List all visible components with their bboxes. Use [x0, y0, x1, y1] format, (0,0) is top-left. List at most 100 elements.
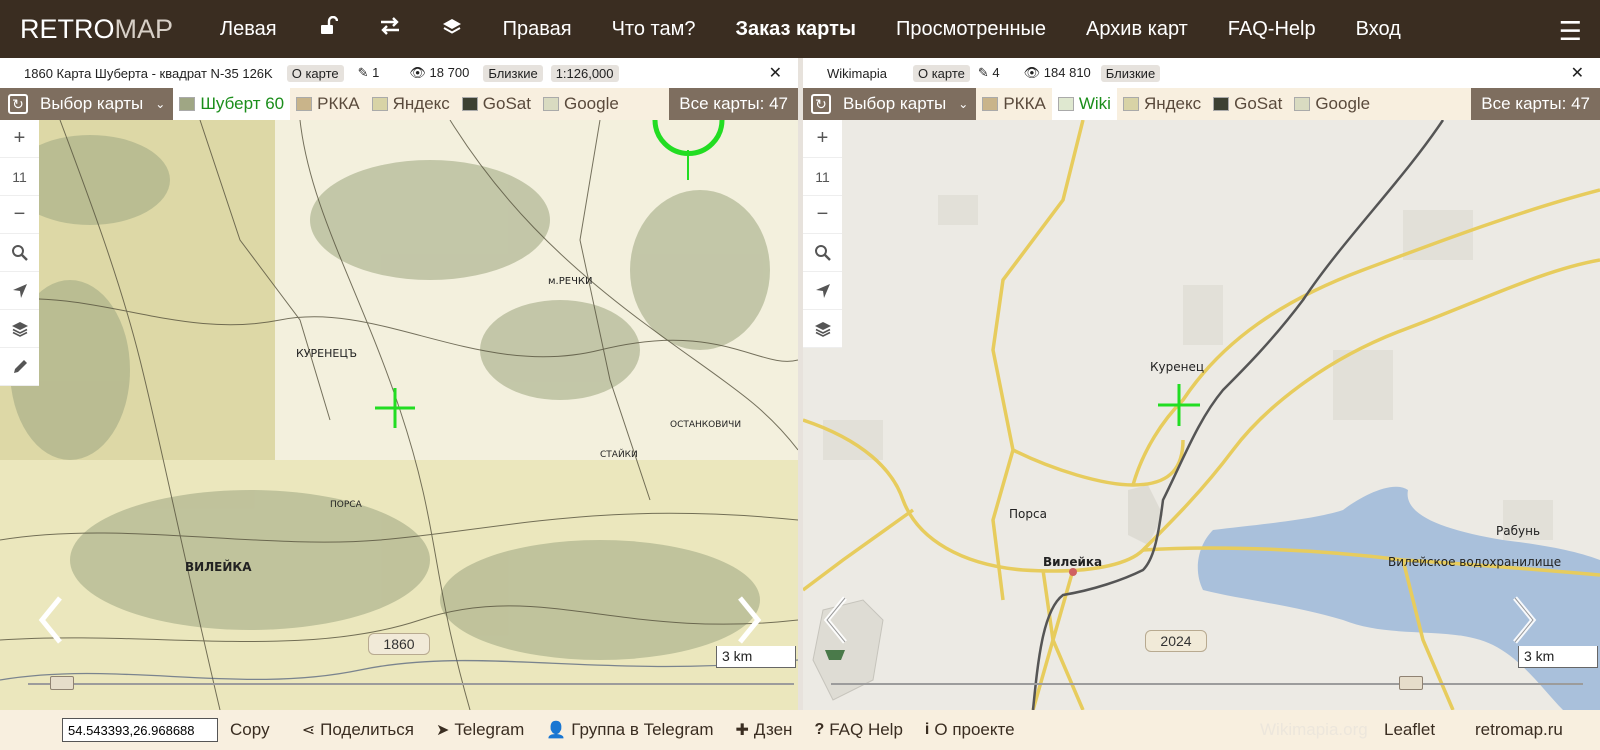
left-year-slider-thumb[interactable]: [50, 676, 75, 690]
right-year-slider-thumb[interactable]: [1398, 676, 1423, 690]
map-thumb-icon: [1294, 97, 1311, 111]
right-map-pane: Wikimapia О карте ✎ 4 👁 184 810 Близкие …: [803, 58, 1600, 710]
left-scale-badge: 1:126,000: [550, 64, 619, 82]
pencil-icon[interactable]: [0, 348, 39, 386]
zoom-out-icon[interactable]: −: [803, 196, 842, 234]
left-layer-gosat[interactable]: GoSat: [456, 88, 537, 120]
map-label-rabun: Рабунь: [1496, 524, 1541, 538]
left-map-canvas[interactable]: КУРЕНЕЦЪ ВИЛЕЙКА м.РЕЧКИ ОСТАНКОВИЧИ СТА…: [0, 120, 798, 710]
right-layer-yandex[interactable]: Яндекс: [1117, 88, 1207, 120]
map-thumb-icon: [542, 97, 559, 111]
zoom-in-icon[interactable]: +: [0, 120, 39, 158]
leaflet-credit-link[interactable]: Leaflet: [1384, 720, 1435, 740]
map-label-vileyka: ВИЛЕЙКА: [185, 560, 252, 574]
nav-left-map[interactable]: Левая: [220, 18, 277, 41]
map-label-porsa: ПОРСА: [330, 500, 362, 510]
right-about-map-button[interactable]: О карте: [912, 64, 970, 82]
eye-icon: 👁: [409, 65, 426, 80]
nav-archive[interactable]: Архив карт: [1086, 18, 1188, 41]
right-map-canvas[interactable]: Куренец Порса Вилейка Рабунь Вилейское в…: [803, 120, 1600, 710]
left-map-pane: 1860 Карта Шуберта - квадрат N-35 126K О…: [0, 58, 798, 710]
right-all-maps-button[interactable]: Все карты: 47: [1471, 88, 1600, 120]
right-year-slider-track[interactable]: [831, 683, 1583, 685]
left-layer-selector-bar: ↻ Выбор карты ⌄ Шуберт 60 РККА Яндекс Go…: [0, 88, 798, 120]
right-layer-gosat[interactable]: GoSat: [1207, 88, 1288, 120]
right-prev-arrow[interactable]: [817, 590, 857, 650]
map-label-kurenets: КУРЕНЕЦЪ: [296, 347, 358, 360]
left-next-arrow[interactable]: [728, 590, 768, 650]
right-layer-wiki[interactable]: Wiki: [1051, 88, 1117, 120]
dzen-icon: ✚: [735, 722, 749, 739]
right-map-info-bar: Wikimapia О карте ✎ 4 👁 184 810 Близкие …: [803, 58, 1600, 88]
left-prev-arrow[interactable]: [32, 590, 72, 650]
swap-icon[interactable]: [379, 16, 401, 42]
telegram-icon: ➤: [435, 722, 450, 739]
lock-open-icon[interactable]: [317, 15, 339, 42]
left-layer-schubert[interactable]: Шуберт 60: [173, 88, 291, 120]
telegram-link[interactable]: ➤ Telegram: [436, 720, 524, 740]
menu-icon[interactable]: ☰: [1559, 16, 1582, 47]
right-zoom-level: 11: [803, 158, 842, 196]
layers-icon[interactable]: [803, 310, 842, 348]
nav-right-map[interactable]: Правая: [503, 18, 572, 41]
user-add-icon: 👤: [546, 722, 567, 739]
right-close-icon[interactable]: ✕: [1571, 63, 1584, 83]
map-label-stayki: СТАЙКИ: [600, 450, 638, 460]
right-year-badge: 2024: [1145, 630, 1207, 652]
nav-viewed[interactable]: Просмотренные: [896, 18, 1046, 41]
wikimapia-credit-link[interactable]: Wikimapia.org: [1260, 720, 1368, 740]
dzen-link[interactable]: ✚ Дзен: [736, 720, 793, 740]
left-year-slider-track[interactable]: [28, 683, 794, 685]
map-thumb-icon: [982, 97, 999, 111]
left-layer-yandex[interactable]: Яндекс: [366, 88, 456, 120]
left-all-maps-button[interactable]: Все карты: 47: [669, 88, 798, 120]
share-icon: ⋖: [301, 722, 316, 739]
locate-icon[interactable]: [803, 272, 842, 310]
refresh-icon: ↻: [811, 94, 831, 114]
search-icon[interactable]: [0, 234, 39, 272]
faq-help-link[interactable]: ? FAQ Help: [814, 720, 902, 740]
map-label-rechki: м.РЕЧКИ: [548, 276, 593, 287]
telegram-group-link[interactable]: 👤 Группа в Telegram: [546, 720, 713, 740]
right-scale-bar: 3 km: [1518, 646, 1598, 668]
layers-icon[interactable]: [441, 16, 463, 42]
share-button[interactable]: ⋖ Поделиться: [302, 720, 414, 740]
zoom-out-icon[interactable]: −: [0, 196, 39, 234]
left-scale-bar: 3 km: [716, 646, 796, 668]
coordinates-input[interactable]: [62, 718, 218, 742]
nav-order-map[interactable]: Заказ карты: [735, 18, 856, 41]
copy-button[interactable]: Copy: [230, 720, 270, 740]
zoom-in-icon[interactable]: +: [803, 120, 842, 158]
left-layer-rkka[interactable]: РККА: [290, 88, 365, 120]
about-project-link[interactable]: iО проекте: [925, 720, 1015, 740]
left-about-map-button[interactable]: О карте: [286, 64, 344, 82]
nav-faq[interactable]: FAQ-Help: [1228, 18, 1316, 41]
retromap-credit-link[interactable]: retromap.ru: [1475, 720, 1563, 740]
left-close-icon[interactable]: ✕: [769, 63, 782, 83]
chevron-down-icon: ⌄: [155, 97, 166, 111]
nav-login[interactable]: Вход: [1356, 18, 1401, 41]
right-layer-google[interactable]: Google: [1288, 88, 1376, 120]
historic-map-image: [0, 120, 798, 710]
layers-icon[interactable]: [0, 310, 39, 348]
search-icon[interactable]: [803, 234, 842, 272]
right-zoom-toolbar: + 11 −: [803, 120, 842, 348]
logo-retro: RETRO: [20, 13, 115, 44]
map-label-ostankovichi: ОСТАНКОВИЧИ: [670, 420, 742, 430]
left-map-title: 1860 Карта Шуберта - квадрат N-35 126K: [24, 65, 273, 81]
left-nearby-button[interactable]: Близкие: [483, 64, 543, 82]
map-thumb-icon: [179, 97, 196, 111]
nav-whats-there[interactable]: Что там?: [612, 18, 696, 41]
logo-map: MAP: [114, 13, 174, 44]
retromap-logo[interactable]: RETROMAP: [20, 14, 180, 45]
right-views-count: 👁 184 810: [1023, 65, 1091, 80]
right-nearby-button[interactable]: Близкие: [1100, 64, 1161, 82]
right-next-arrow[interactable]: [1503, 590, 1543, 650]
right-layer-rkka[interactable]: РККА: [976, 88, 1051, 120]
left-layer-google[interactable]: Google: [537, 88, 625, 120]
locate-icon[interactable]: [0, 272, 39, 310]
chevron-down-icon: ⌄: [958, 97, 969, 111]
right-select-map-button[interactable]: ↻ Выбор карты ⌄: [803, 88, 977, 120]
left-year-badge: 1860: [368, 633, 430, 655]
left-select-map-button[interactable]: ↻ Выбор карты ⌄: [0, 88, 174, 120]
